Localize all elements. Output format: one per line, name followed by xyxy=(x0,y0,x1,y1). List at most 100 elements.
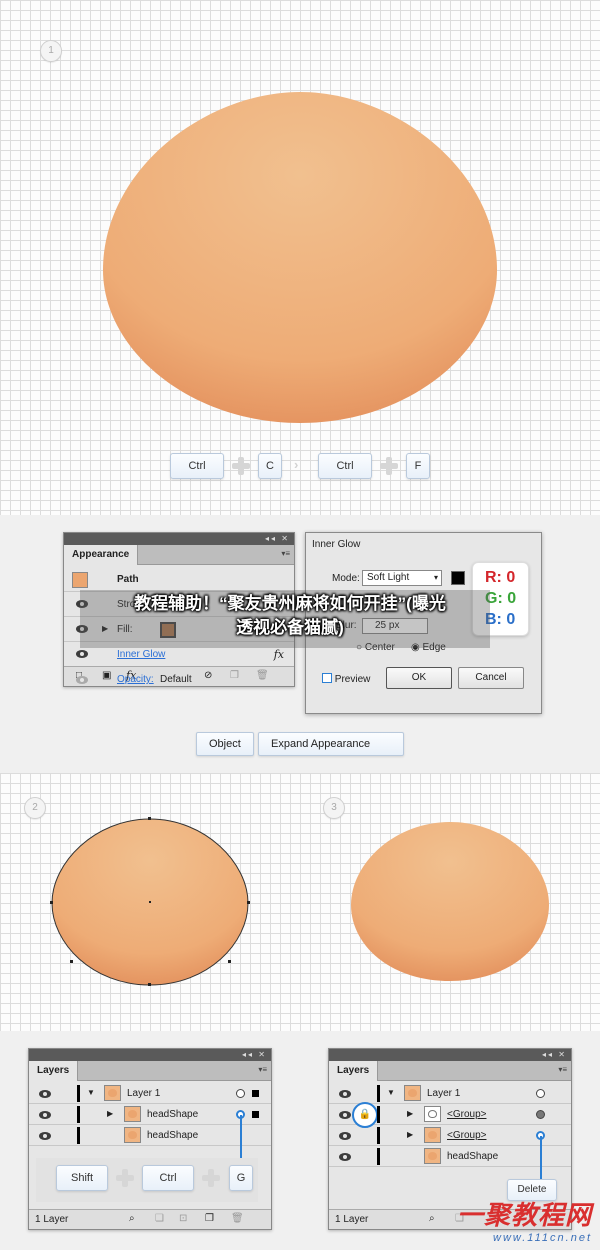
collapse-icon[interactable]: ◂◂ ✕ xyxy=(542,1049,567,1061)
appearance-tabrow: Appearance ▾≡ xyxy=(64,545,294,565)
target-circle-icon[interactable] xyxy=(536,1110,545,1119)
layer-name: headShape xyxy=(147,1130,199,1141)
appearance-row-opacity-content[interactable]: Opacity: Default xyxy=(64,670,294,690)
tab-layers[interactable]: Layers xyxy=(29,1061,79,1081)
eye-icon[interactable] xyxy=(39,1090,51,1098)
preview-label: Preview xyxy=(334,674,371,685)
layer-row[interactable]: ▼ Layer 1 xyxy=(329,1083,571,1104)
expand-triangle-icon[interactable]: ▶ xyxy=(407,1109,413,1118)
expand-triangle-icon[interactable]: ▶ xyxy=(107,1109,113,1118)
inner-glow-link[interactable]: Inner Glow xyxy=(117,649,165,660)
panel-menu-icon[interactable]: ▾≡ xyxy=(258,1065,267,1074)
layer-name: headShape xyxy=(147,1109,199,1120)
trash-icon[interactable]: 🗑 xyxy=(231,1213,244,1224)
overlay-line-1: 教程辅助！“聚友贵州麻将如何开挂”(曝光 xyxy=(134,594,446,613)
panel-menu-icon[interactable]: ▾≡ xyxy=(558,1065,567,1074)
dialog-title: Inner Glow xyxy=(312,539,361,550)
layer-name: Layer 1 xyxy=(127,1088,161,1099)
tab-appearance[interactable]: Appearance xyxy=(64,545,139,565)
selection-square xyxy=(252,1090,259,1097)
key-ctrl: Ctrl xyxy=(142,1165,194,1191)
cancel-button[interactable]: Cancel xyxy=(458,667,524,689)
mode-label: Mode: xyxy=(332,573,360,584)
chevron-down-icon: ▾ xyxy=(433,573,438,582)
layer-row[interactable]: headShape xyxy=(329,1146,571,1167)
search-icon[interactable]: ⌕ xyxy=(129,1213,135,1224)
search-icon[interactable]: ⌕ xyxy=(429,1213,435,1224)
thumb-shape xyxy=(428,1131,437,1139)
rgb-r: R: 0 xyxy=(485,569,516,586)
layer-thumbnail xyxy=(424,1148,441,1164)
target-circle-icon[interactable] xyxy=(236,1089,245,1098)
layer-row[interactable]: headShape xyxy=(29,1125,271,1146)
head-shapes-step2-3 xyxy=(50,817,549,986)
layer-color-bar xyxy=(77,1085,80,1102)
expand-triangle-icon[interactable]: ▶ xyxy=(407,1130,413,1139)
layer-name: Layer 1 xyxy=(427,1088,461,1099)
panel-titlebar: ◂◂ ✕ xyxy=(64,533,294,545)
eye-icon[interactable] xyxy=(339,1111,351,1119)
mode-select[interactable]: Soft Light ▾ xyxy=(362,570,442,586)
layers-tabrow: Layers ▾≡ xyxy=(329,1061,571,1081)
eye-icon[interactable] xyxy=(339,1090,351,1098)
glow-color-swatch[interactable] xyxy=(451,571,465,585)
make-clip-icon[interactable]: ❏ xyxy=(155,1213,164,1224)
watermark-title: 一聚教程网 xyxy=(456,1200,592,1230)
key-shift: Shift xyxy=(56,1165,108,1191)
plus-icon xyxy=(116,1169,134,1187)
key-ctrl-2: Ctrl xyxy=(318,453,372,479)
thumb-shape xyxy=(108,1089,117,1097)
eye-icon[interactable] xyxy=(39,1111,51,1119)
layer-name: <Group> xyxy=(447,1130,487,1141)
layer-row[interactable]: 🔒 ▶ <Group> xyxy=(329,1102,571,1128)
panel-titlebar: ◂◂ ✕ xyxy=(29,1049,271,1061)
panel-menu-icon[interactable]: ▾≡ xyxy=(281,549,290,558)
eye-icon[interactable] xyxy=(339,1132,351,1140)
appearance-row-path[interactable]: Path xyxy=(64,567,294,592)
tab-layers[interactable]: Layers xyxy=(329,1061,379,1081)
group-thumbnail xyxy=(424,1106,441,1122)
opacity-link[interactable]: Opacity: xyxy=(117,674,154,685)
menu-expand-appearance: Expand Appearance xyxy=(258,732,404,756)
layer-count: 1 Layer xyxy=(35,1214,69,1225)
collapse-triangle-icon[interactable]: ▼ xyxy=(387,1088,395,1097)
watermark-logo: 一聚教程网 www.111cn.net xyxy=(457,1195,592,1244)
new-sublayer-icon[interactable]: ⊡ xyxy=(179,1213,187,1224)
target-circle-icon[interactable] xyxy=(536,1089,545,1098)
layer-color-bar xyxy=(77,1127,80,1144)
layer-thumbnail xyxy=(404,1085,421,1101)
path-label: Path xyxy=(117,574,139,585)
ok-button[interactable]: OK xyxy=(386,667,452,689)
plus-icon xyxy=(202,1169,220,1187)
collapse-icon[interactable]: ◂◂ ✕ xyxy=(265,533,290,545)
thumb-shape xyxy=(128,1131,137,1139)
new-layer-icon[interactable]: ❐ xyxy=(205,1213,214,1224)
overlay-line-2: 透视必备猫腻) xyxy=(236,618,344,637)
layer-color-bar xyxy=(77,1106,80,1123)
key-f: F xyxy=(406,453,430,479)
eye-icon[interactable] xyxy=(339,1153,351,1161)
layer-thumbnail xyxy=(124,1106,141,1122)
layer-thumbnail xyxy=(124,1127,141,1143)
layer-name: <Group> xyxy=(447,1109,487,1120)
collapse-triangle-icon[interactable]: ▼ xyxy=(87,1088,95,1097)
thumb-shape xyxy=(128,1110,137,1118)
preview-checkbox[interactable]: Preview xyxy=(322,673,370,685)
layer-count: 1 Layer xyxy=(335,1214,369,1225)
key-ctrl: Ctrl xyxy=(170,453,224,479)
eye-icon[interactable] xyxy=(76,676,88,684)
eye-icon[interactable] xyxy=(76,650,88,658)
layers-panel-left: ◂◂ ✕ Layers ▾≡ ▼ Layer 1 ▶ headShape hea… xyxy=(28,1048,272,1230)
layer-thumbnail xyxy=(104,1085,121,1101)
thumb-shape xyxy=(428,1152,437,1160)
collapse-icon[interactable]: ◂◂ ✕ xyxy=(242,1049,267,1061)
callout-line xyxy=(240,1115,242,1163)
path-thumbnail xyxy=(72,572,88,588)
overlay-text: 教程辅助！“聚友贵州麻将如何开挂”(曝光 透视必备猫腻) xyxy=(90,592,490,640)
layer-row[interactable]: ▶ headShape xyxy=(29,1104,271,1125)
layers-footer: 1 Layer ⌕ ❏ ⊡ ❐ 🗑 xyxy=(29,1209,271,1229)
eye-icon[interactable] xyxy=(39,1132,51,1140)
layer-row[interactable]: ▼ Layer 1 xyxy=(29,1083,271,1104)
panel-titlebar: ◂◂ ✕ xyxy=(329,1049,571,1061)
layer-row[interactable]: ▶ <Group> xyxy=(329,1125,571,1146)
